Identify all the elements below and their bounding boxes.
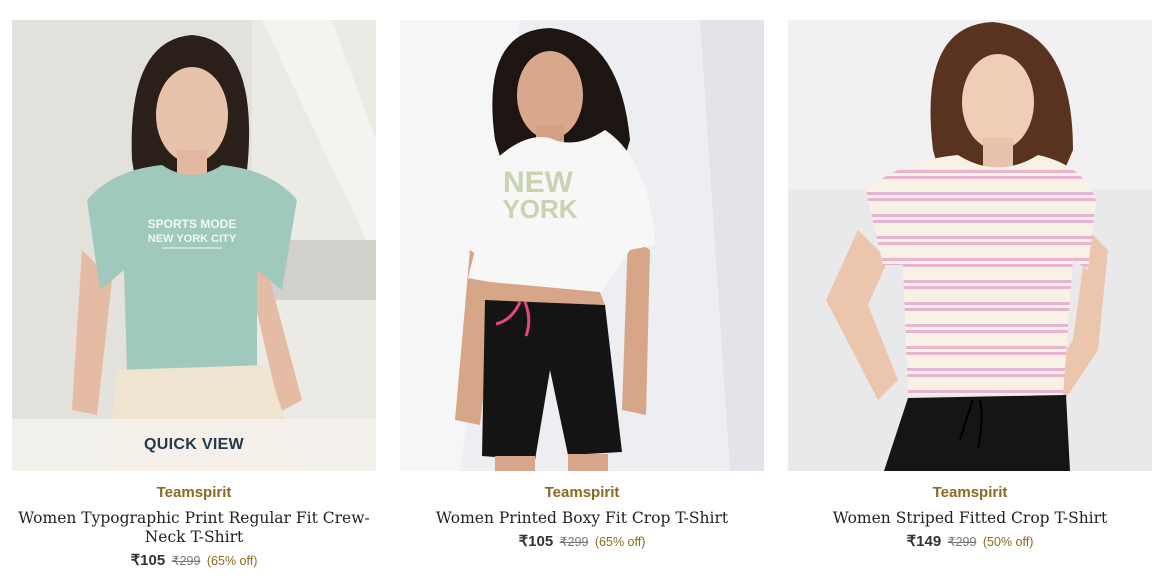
sale-price: ₹105 [130,552,166,569]
stripe [866,214,1096,217]
product-brand: Teamspirit [156,484,232,501]
product-image[interactable] [788,20,1152,471]
stripe [866,220,1096,223]
product-brand: Teamspirit [932,484,1008,501]
stripe [866,242,1096,245]
product-image[interactable]: SPORTS MODE NEW YORK CITY QUICK VIEW [12,20,376,471]
original-price: ₹299 [559,535,589,549]
discount-label: (65% off) [594,535,646,549]
tee-print-line2: YORK [502,194,577,224]
price-row: ₹149 ₹299 (50% off) [907,532,1034,551]
product-title[interactable]: Women Typographic Print Regular Fit Crew… [12,509,376,547]
original-price: ₹299 [171,554,201,568]
product-photo: SPORTS MODE NEW YORK CITY [12,20,376,471]
stripe [866,176,1096,179]
sale-price: ₹149 [906,533,942,550]
product-grid: SPORTS MODE NEW YORK CITY QUICK VIEW Tea… [12,20,1152,570]
product-photo: NEW YORK [400,20,764,471]
original-price: ₹299 [947,535,977,549]
product-card[interactable]: SPORTS MODE NEW YORK CITY QUICK VIEW Tea… [12,20,376,570]
stripe [866,198,1096,201]
product-image[interactable]: NEW YORK [400,20,764,471]
stripe [866,236,1096,239]
stripe [866,192,1096,195]
stripe [866,258,1096,261]
tee-print-line2: NEW YORK CITY [148,233,237,245]
product-card[interactable]: Teamspirit Women Striped Fitted Crop T-S… [788,20,1152,570]
discount-label: (50% off) [982,535,1034,549]
sale-price: ₹105 [518,533,554,550]
quick-view-button[interactable]: QUICK VIEW [12,419,376,471]
price-row: ₹105 ₹299 (65% off) [519,532,646,551]
product-card[interactable]: NEW YORK Teamspirit Women Printed Boxy F… [400,20,764,570]
product-photo [788,20,1152,471]
discount-label: (65% off) [206,554,258,568]
tee-print-line1: SPORTS MODE [148,217,237,231]
price-row: ₹105 ₹299 (65% off) [131,551,258,570]
product-brand: Teamspirit [544,484,620,501]
product-title[interactable]: Women Printed Boxy Fit Crop T-Shirt [400,509,764,528]
product-title[interactable]: Women Striped Fitted Crop T-Shirt [788,509,1152,528]
